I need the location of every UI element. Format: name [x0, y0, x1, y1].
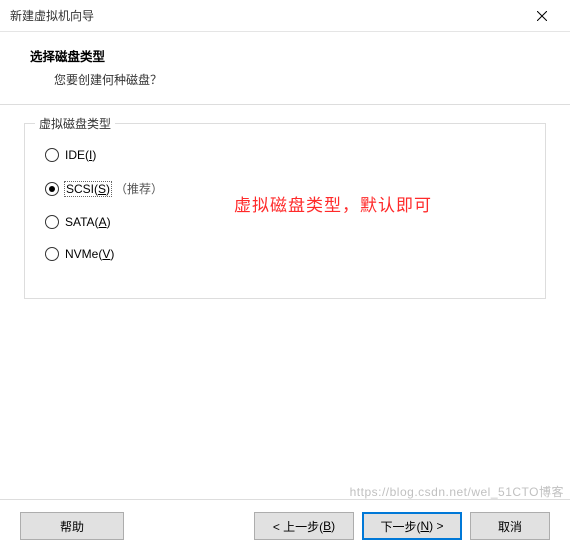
page-subtitle: 您要创建何种磁盘？	[30, 65, 542, 88]
cancel-button[interactable]: 取消	[470, 512, 550, 540]
button-bar: 帮助 < 上一步(B) 下一步(N) > 取消	[0, 500, 570, 552]
radio-icon	[45, 182, 59, 196]
radio-label: IDE(I)	[65, 148, 96, 162]
content-area: 虚拟磁盘类型 IDE(I) SCSI(S) （推荐） SATA(A) NVMe(…	[0, 105, 570, 499]
help-button[interactable]: 帮助	[20, 512, 124, 540]
annotation-text: 虚拟磁盘类型，默认即可	[234, 191, 432, 216]
radio-sata[interactable]: SATA(A)	[45, 215, 527, 229]
radio-label: NVMe(V)	[65, 247, 114, 261]
radio-icon	[45, 148, 59, 162]
close-button[interactable]	[522, 2, 562, 30]
radio-nvme[interactable]: NVMe(V)	[45, 247, 527, 261]
radio-ide[interactable]: IDE(I)	[45, 148, 527, 162]
radio-label: SATA(A)	[65, 215, 111, 229]
window-title: 新建虚拟机向导	[10, 7, 94, 24]
group-legend: 虚拟磁盘类型	[35, 115, 115, 132]
radio-icon	[45, 215, 59, 229]
wizard-header: 选择磁盘类型 您要创建何种磁盘？	[0, 32, 570, 104]
page-title: 选择磁盘类型	[30, 46, 542, 65]
back-button[interactable]: < 上一步(B)	[254, 512, 354, 540]
recommend-label: （推荐）	[115, 180, 163, 197]
title-bar: 新建虚拟机向导	[0, 0, 570, 32]
radio-label: SCSI(S)	[65, 182, 111, 196]
close-icon	[537, 11, 547, 21]
next-button[interactable]: 下一步(N) >	[362, 512, 462, 540]
radio-icon	[45, 247, 59, 261]
